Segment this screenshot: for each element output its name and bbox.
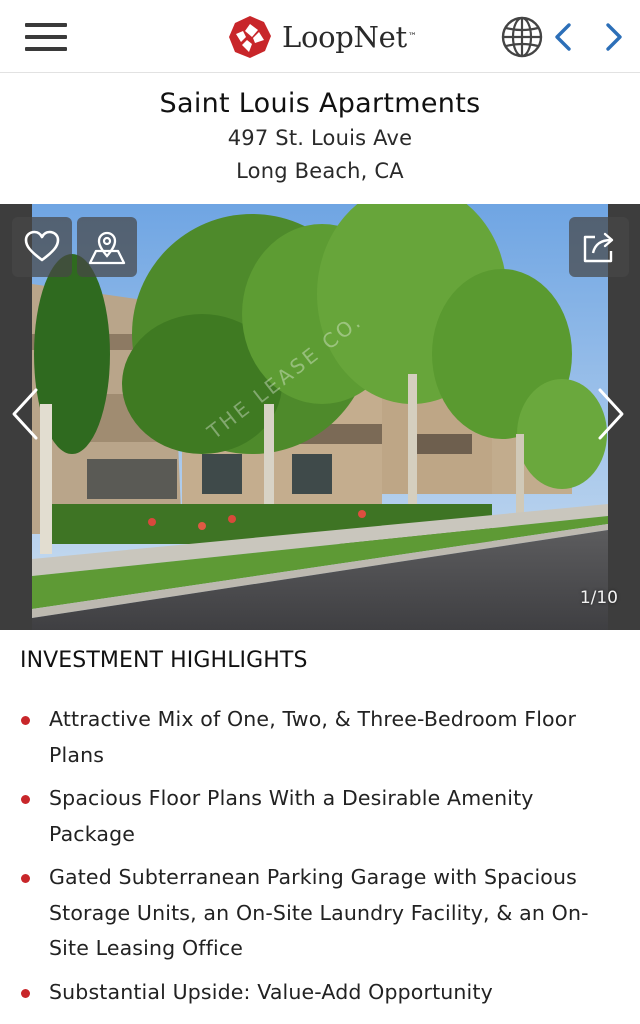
share-button[interactable] [569,217,629,277]
list-item: Attractive Mix of One, Two, & Three-Bedr… [0,702,640,773]
photo-gallery[interactable]: THE LEASE CO. 1/10 [0,204,640,630]
listing-title: Saint Louis Apartments [159,88,481,119]
gallery-next-button[interactable] [592,384,628,444]
bullet-icon [21,795,30,804]
bullet-icon [21,988,30,998]
top-nav-bar: LoopNet ™ [0,0,640,73]
list-item: Substantial Upside: Value-Add Opportunit… [0,975,640,1011]
map-pin-icon [88,231,126,265]
highlights-list: Attractive Mix of One, Two, & Three-Bedr… [0,702,640,1018]
highlights-heading: INVESTMENT HIGHLIGHTS [20,648,308,673]
listing-header: Saint Louis Apartments 497 St. Louis Ave… [0,86,640,188]
bullet-icon [21,716,30,725]
highlight-text: Attractive Mix of One, Two, & Three-Bedr… [49,707,577,767]
menu-icon[interactable] [22,20,70,56]
chevron-right-icon [606,23,622,51]
chevron-left-icon [12,388,38,440]
map-button[interactable] [77,217,137,277]
previous-listing-button[interactable] [549,20,579,54]
address-line-2: Long Beach, CA [236,159,404,183]
address-line-1: 497 St. Louis Ave [227,126,413,150]
logo-trademark: ™ [407,32,417,42]
loopnet-logo-mark [229,16,271,58]
bullet-icon [21,874,30,883]
list-item: Spacious Floor Plans With a Desirable Am… [0,781,640,852]
next-listing-button[interactable] [598,20,628,54]
favorite-button[interactable] [12,217,72,277]
gallery-previous-button[interactable] [8,384,44,444]
heart-icon [24,230,60,262]
highlight-text: Spacious Floor Plans With a Desirable Am… [49,786,534,846]
highlight-text: Gated Subterranean Parking Garage with S… [49,865,589,960]
highlight-text: Substantial Upside: Value-Add Opportunit… [49,979,493,1004]
loopnet-logo[interactable]: LoopNet ™ [228,14,417,60]
photo-counter: 1/10 [579,588,618,608]
globe-icon[interactable] [500,15,544,59]
share-icon [583,232,614,263]
logo-text: LoopNet [282,20,407,54]
list-item: Gated Subterranean Parking Garage with S… [0,860,640,967]
chevron-left-icon [555,23,571,51]
chevron-right-icon [598,388,624,440]
